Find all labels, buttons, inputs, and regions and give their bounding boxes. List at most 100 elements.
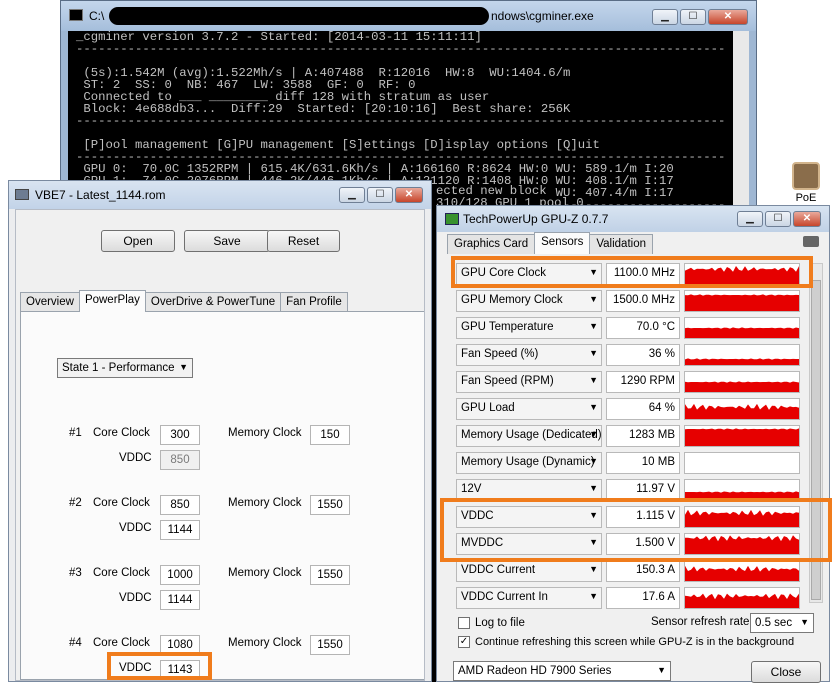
- chevron-down-icon[interactable]: ▼: [589, 348, 598, 358]
- open-button[interactable]: Open: [101, 230, 175, 252]
- minimize-button[interactable]: ▁: [737, 211, 763, 227]
- minimize-button[interactable]: ▁: [652, 9, 678, 25]
- state-number: #4: [69, 637, 82, 649]
- sensor-graph: [684, 371, 800, 393]
- core-clock-input[interactable]: 300: [160, 425, 200, 445]
- sensor-row: VDDC Current In ▼ 17.6 A: [456, 587, 808, 609]
- orange-highlight-voltages: [440, 498, 832, 562]
- memory-clock-input[interactable]: 150: [310, 425, 350, 445]
- chevron-down-icon[interactable]: ▼: [589, 564, 598, 574]
- gpu-card-select[interactable]: AMD Radeon HD 7900 Series ▼: [453, 661, 671, 681]
- tab-fan-profile[interactable]: Fan Profile: [280, 292, 348, 312]
- poe-icon: [792, 162, 820, 190]
- sensor-graph: [684, 425, 800, 447]
- sensor-name[interactable]: Fan Speed (%) ▼: [456, 344, 602, 366]
- close-button[interactable]: ✕: [395, 187, 423, 203]
- cmd-icon: [69, 9, 83, 21]
- maximize-button[interactable]: ☐: [367, 187, 393, 203]
- minimize-button[interactable]: ▁: [339, 187, 365, 203]
- sensor-graph-area: [685, 381, 799, 392]
- sensor-name[interactable]: Fan Speed (RPM) ▼: [456, 371, 602, 393]
- continue-refresh-label: Continue refreshing this screen while GP…: [475, 636, 795, 648]
- sensor-row: GPU Memory Clock ▼ 1500.0 MHz: [456, 290, 808, 312]
- gpu-card-value: AMD Radeon HD 7900 Series: [458, 665, 612, 677]
- vbe7-app-icon: [15, 189, 29, 200]
- maximize-button[interactable]: ☐: [680, 9, 706, 25]
- chevron-down-icon[interactable]: ▼: [589, 321, 598, 331]
- vddc-label: VDDC: [119, 522, 152, 534]
- core-clock-input[interactable]: 850: [160, 495, 200, 515]
- camera-icon[interactable]: [803, 236, 819, 247]
- console-scrollbar[interactable]: [733, 31, 749, 214]
- sensor-name[interactable]: VDDC Current ▼: [456, 560, 602, 582]
- vbe7-title: VBE7 - Latest_1144.rom: [35, 188, 166, 202]
- log-to-file-checkbox[interactable]: [458, 617, 470, 629]
- vddc-input[interactable]: 1144: [160, 520, 200, 540]
- sensor-name-label: GPU Load: [461, 402, 515, 414]
- save-button[interactable]: Save: [184, 230, 270, 252]
- sensor-name-label: 12V: [461, 483, 482, 495]
- sensor-name[interactable]: GPU Load ▼: [456, 398, 602, 420]
- powerplay-panel: State 1 - Performance ▼ #1 Core Clock 30…: [20, 311, 424, 680]
- vbe7-window: VBE7 - Latest_1144.rom ▁ ☐ ✕ Open Save R…: [8, 180, 432, 682]
- console-title-bar[interactable]: C:\ ndows\cgminer.exe ▁ ☐ ✕: [61, 1, 756, 31]
- sensor-graph-area: [685, 428, 799, 446]
- memory-clock-input[interactable]: 1550: [310, 495, 350, 515]
- sensor-name[interactable]: GPU Memory Clock ▼: [456, 290, 602, 312]
- sensor-graph-plot: [685, 593, 799, 608]
- chevron-down-icon[interactable]: ▼: [589, 483, 598, 493]
- close-button[interactable]: ✕: [708, 9, 748, 25]
- chevron-down-icon[interactable]: ▼: [589, 294, 598, 304]
- sensor-graph: [684, 452, 800, 474]
- gpuz-title-bar[interactable]: TechPowerUp GPU-Z 0.7.7 ▁ ☐ ✕: [437, 206, 829, 232]
- sensor-value: 36 %: [606, 344, 680, 366]
- sensor-row: Fan Speed (%) ▼ 36 %: [456, 344, 808, 366]
- sensor-name[interactable]: Memory Usage (Dynamic) ▼: [456, 452, 602, 474]
- tab-sensors[interactable]: Sensors: [534, 232, 591, 254]
- sensor-name[interactable]: Memory Usage (Dedicated) ▼: [456, 425, 602, 447]
- continue-refresh-checkbox[interactable]: ✓: [458, 636, 470, 648]
- sensor-name[interactable]: VDDC Current In ▼: [456, 587, 602, 609]
- sensor-graph-area: [685, 358, 799, 365]
- memory-clock-input[interactable]: 1550: [310, 635, 350, 655]
- memory-clock-input[interactable]: 1550: [310, 565, 350, 585]
- sensor-name-label: GPU Memory Clock: [461, 294, 563, 306]
- tab-overdrive-powertune[interactable]: OverDrive & PowerTune: [144, 292, 282, 312]
- state-number: #3: [69, 567, 82, 579]
- vddc-label: VDDC: [119, 452, 152, 464]
- chevron-down-icon[interactable]: ▼: [589, 591, 598, 601]
- refresh-rate-select[interactable]: 0.5 sec ▼: [750, 613, 814, 633]
- tab-powerplay[interactable]: PowerPlay: [78, 290, 146, 312]
- sensor-graph: [684, 344, 800, 366]
- console-title-suffix: ndows\cgminer.exe: [491, 9, 594, 23]
- sensor-name[interactable]: GPU Temperature ▼: [456, 317, 602, 339]
- state-number: #2: [69, 497, 82, 509]
- tab-validation[interactable]: Validation: [589, 234, 653, 254]
- desktop-icon-poe[interactable]: PoE: [784, 162, 828, 204]
- chevron-down-icon[interactable]: ▼: [589, 375, 598, 385]
- sensor-graph: [684, 398, 800, 420]
- close-gpuz-button[interactable]: Close: [751, 661, 821, 683]
- vddc-input: 850: [160, 450, 200, 470]
- maximize-button[interactable]: ☐: [765, 211, 791, 227]
- vbe7-title-bar[interactable]: VBE7 - Latest_1144.rom ▁ ☐ ✕: [9, 181, 431, 209]
- vddc-input[interactable]: 1144: [160, 590, 200, 610]
- sensor-graph: [684, 587, 800, 609]
- sensor-graph: [684, 317, 800, 339]
- sensor-name-label: Memory Usage (Dedicated): [461, 429, 602, 441]
- tab-overview[interactable]: Overview: [20, 292, 80, 312]
- tab-graphics-card[interactable]: Graphics Card: [447, 234, 536, 254]
- sensor-value: 1283 MB: [606, 425, 680, 447]
- close-button[interactable]: ✕: [793, 211, 821, 227]
- core-clock-label: Core Clock: [93, 567, 150, 579]
- chevron-down-icon[interactable]: ▼: [589, 402, 598, 412]
- core-clock-input[interactable]: 1000: [160, 565, 200, 585]
- chevron-down-icon[interactable]: ▼: [589, 456, 598, 466]
- sensor-row: Memory Usage (Dedicated) ▼ 1283 MB: [456, 425, 808, 447]
- chevron-down-icon[interactable]: ▼: [589, 429, 598, 439]
- sensor-row: Fan Speed (RPM) ▼ 1290 RPM: [456, 371, 808, 393]
- core-clock-label: Core Clock: [93, 427, 150, 439]
- state-select[interactable]: State 1 - Performance ▼: [57, 358, 193, 378]
- reset-button[interactable]: Reset: [267, 230, 340, 252]
- console-separator: ----------------------------------------…: [76, 42, 726, 56]
